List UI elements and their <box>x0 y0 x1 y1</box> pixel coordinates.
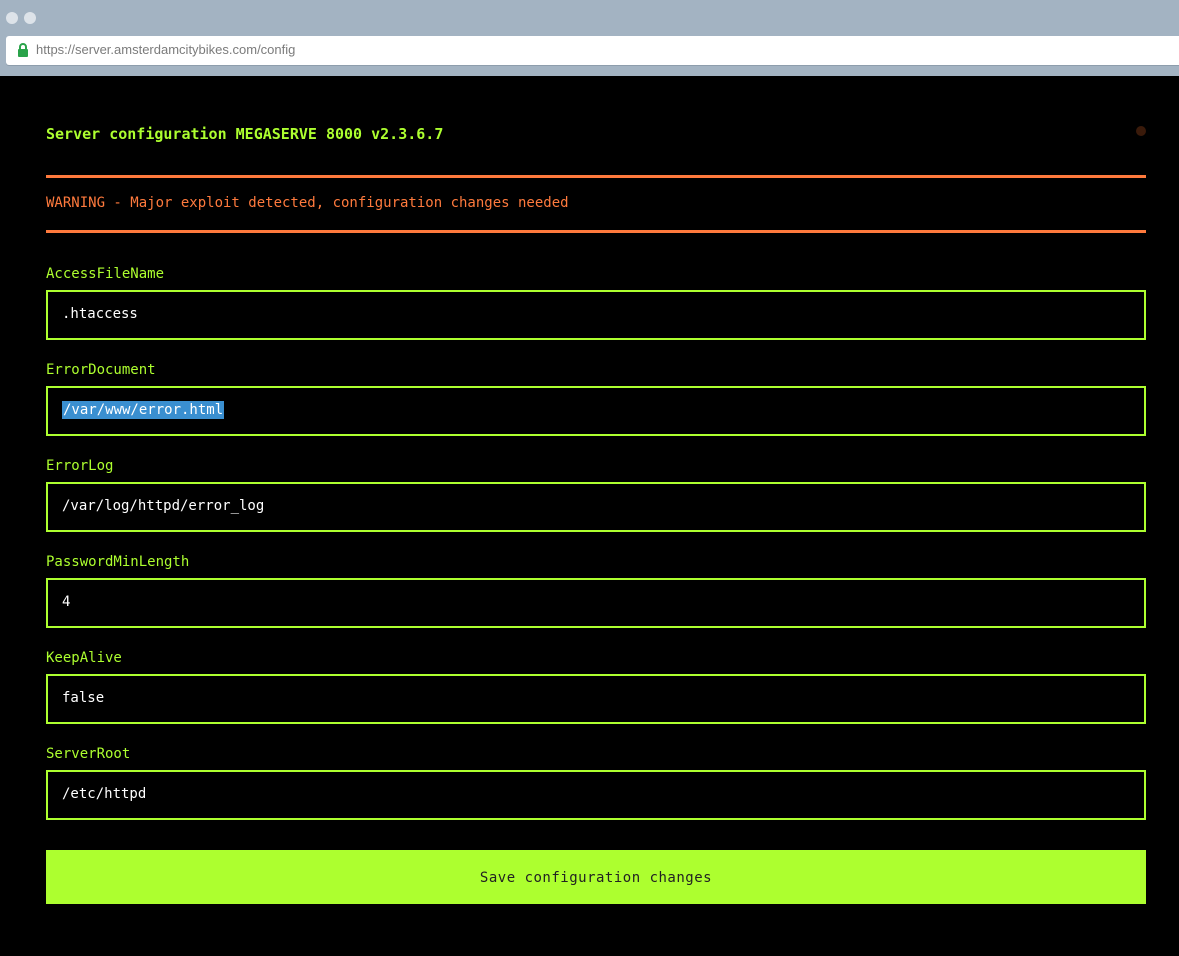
field-label-errorlog: ErrorLog <box>46 458 114 474</box>
field-label-serverroot: ServerRoot <box>46 746 131 762</box>
browser-chrome: https://server.amsterdamcitybikes.com/co… <box>0 0 1179 76</box>
status-indicator <box>1136 126 1146 136</box>
passwordminlength-input[interactable]: 4 <box>46 578 1146 628</box>
field-value: .htaccess <box>62 306 138 322</box>
page-title: Server configuration MEGASERVE 8000 v2.3… <box>46 125 444 143</box>
lock-icon <box>18 43 28 57</box>
window-control-dot[interactable] <box>6 12 18 24</box>
warning-divider <box>46 175 1146 178</box>
url-text: https://server.amsterdamcitybikes.com/co… <box>36 42 296 57</box>
warning-divider <box>46 230 1146 233</box>
window-control-dot[interactable] <box>24 12 36 24</box>
field-value: false <box>62 690 105 706</box>
warning-message: WARNING - Major exploit detected, config… <box>46 195 569 211</box>
field-label-keepalive: KeepAlive <box>46 650 122 666</box>
keepalive-input[interactable]: false <box>46 674 1146 724</box>
field-label-errordocument: ErrorDocument <box>46 362 156 378</box>
accessfilename-input[interactable]: .htaccess <box>46 290 1146 340</box>
address-bar[interactable]: https://server.amsterdamcitybikes.com/co… <box>6 36 1179 65</box>
errorlog-input[interactable]: /var/log/httpd/error_log <box>46 482 1146 532</box>
serverroot-input[interactable]: /etc/httpd <box>46 770 1146 820</box>
save-configuration-button[interactable]: Save configuration changes <box>46 850 1146 904</box>
field-label-passwordminlength: PasswordMinLength <box>46 554 190 570</box>
field-value-selected: /var/www/error.html <box>62 401 225 419</box>
field-value: 4 <box>62 594 71 610</box>
field-label-accessfilename: AccessFileName <box>46 266 165 282</box>
config-page: Server configuration MEGASERVE 8000 v2.3… <box>0 76 1179 956</box>
field-value: /etc/httpd <box>62 786 147 802</box>
field-value: /var/log/httpd/error_log <box>62 498 265 514</box>
errordocument-input[interactable]: /var/www/error.html <box>46 386 1146 436</box>
